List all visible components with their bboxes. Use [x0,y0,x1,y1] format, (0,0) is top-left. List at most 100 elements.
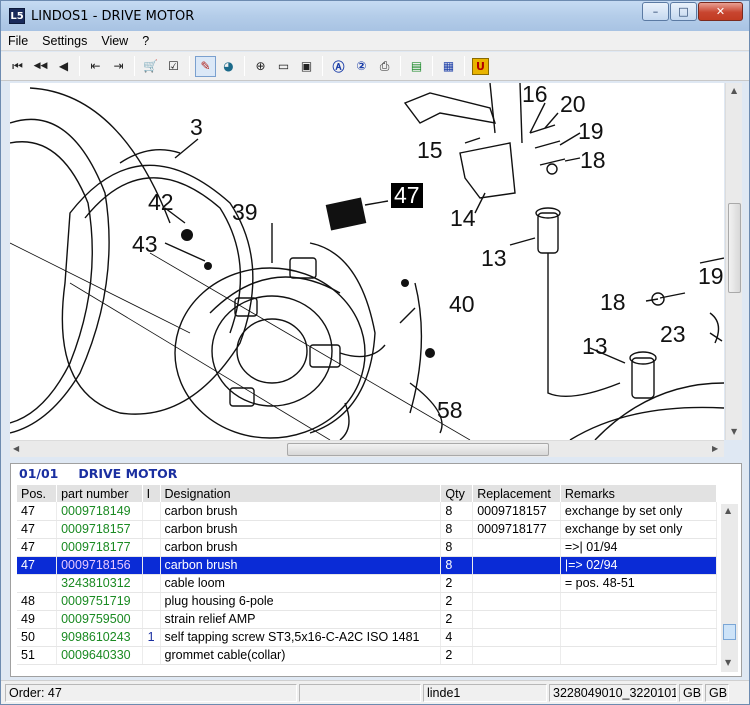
callout-label-highlighted[interactable]: 47 [391,183,423,208]
table-row[interactable]: 47 0009718149 carbon brush 8 0009718157 excha… [17,502,718,521]
previous-fast-icon[interactable]: ◀◀ [30,56,51,77]
table-row[interactable]: 49 0009759500 strain relief AMP 2 [17,610,718,629]
app-logo-icon: L5 [9,8,25,24]
column-header-replacement[interactable]: Replacement [472,485,561,502]
drive-motor-drawing [10,83,724,440]
scroll-thumb[interactable] [723,624,736,640]
close-button[interactable]: ✕ [698,2,743,21]
callout-label[interactable]: 20 [560,93,586,116]
scroll-down-icon[interactable]: ▼ [731,427,737,436]
cell-info: 1 [142,628,161,647]
zoom-icon[interactable]: ⊕ [250,56,271,77]
page-icon[interactable]: ▭ [273,56,294,77]
back-page-icon[interactable]: ⇤ [85,56,106,77]
cell-part: 0009718157 [56,520,143,539]
cell-replacement [472,538,561,557]
cell-part: 0009751719 [56,592,143,611]
column-header-info[interactable]: I [142,485,161,502]
u-button[interactable]: U [470,56,491,77]
column-header-qty[interactable]: Qty [440,485,474,502]
column-header-remarks[interactable]: Remarks [560,485,718,502]
callout-label[interactable]: 13 [481,247,507,270]
cell-info [142,610,161,629]
status-empty-field [299,683,421,702]
scroll-left-icon[interactable]: ◀ [13,444,19,453]
scroll-up-icon[interactable]: ▲ [731,86,737,95]
callout-label[interactable]: 18 [600,291,626,314]
column-header-pos[interactable]: Pos. [17,485,58,502]
table-header-row: Pos. part number I Designation Qty Repla… [17,485,718,502]
table-row[interactable]: 47 0009718156 carbon brush 8 |=> 02/94 [17,556,718,575]
title-bar[interactable]: L5 LINDOS1 - DRIVE MOTOR – □ ✕ [1,1,749,31]
maximize-button[interactable]: □ [670,2,697,21]
callout-label[interactable]: 14 [450,207,476,230]
section-title: DRIVE MOTOR [78,465,178,481]
column-header-part-number[interactable]: part number [56,485,143,502]
parts-tag-icon[interactable]: ✎ [195,55,216,77]
cell-info [142,538,161,557]
callout-label[interactable]: 19 [698,265,724,288]
toolbar-separator [134,56,135,76]
grid-icon[interactable]: ▦ [438,56,459,77]
menu-view[interactable]: View [94,34,135,48]
exploded-view-drawing[interactable]: 3 42 43 39 47 15 16 20 19 18 14 13 40 58… [10,83,724,440]
column-header-designation[interactable]: Designation [160,485,442,502]
callout-label[interactable]: 40 [449,293,475,316]
menu-settings[interactable]: Settings [35,34,94,48]
toolbar-separator [432,56,433,76]
callout-label[interactable]: 15 [417,139,443,162]
scroll-thumb[interactable] [728,203,741,293]
table-row[interactable]: 51 0009640330 grommet cable(collar) 2 [17,646,718,665]
drawing-vertical-scrollbar[interactable]: ▲ ▼ [725,83,742,440]
callout-label[interactable]: 19 [578,120,604,143]
cell-pos: 47 [17,538,58,557]
drawing-horizontal-scrollbar[interactable]: ◀ ▶ [10,440,724,457]
toolbar-separator [244,56,245,76]
table-row[interactable]: 50 9098610243 1 self tapping screw ST3,5x16… [17,628,718,647]
callout-label[interactable]: 43 [132,233,158,256]
menu-help[interactable]: ? [135,34,156,48]
first-icon[interactable]: ⏮ [7,56,28,77]
cart-icon[interactable]: 🛒 [140,56,161,77]
callout-label[interactable]: 18 [580,149,606,172]
callout-label[interactable]: 23 [660,323,686,346]
cell-qty: 8 [440,556,474,575]
table-row[interactable]: 47 0009718157 carbon brush 8 0009718177 excha… [17,520,718,539]
print-icon[interactable]: ⎙ [374,56,395,77]
cell-info [142,556,161,575]
minimize-button[interactable]: – [642,2,669,21]
globe-icon[interactable]: ◕ [218,56,239,77]
table-row[interactable]: 48 0009751719 plug housing 6-pole 2 [17,592,718,611]
cell-remarks [560,610,718,629]
parts-list-header: 01/01 DRIVE MOTOR [11,464,741,482]
callout-label[interactable]: 39 [232,201,258,224]
cell-replacement [472,574,561,593]
toolbar-separator [400,56,401,76]
scroll-up-icon[interactable]: ▲ [725,506,731,515]
previous-icon[interactable]: ◀ [53,56,74,77]
parts-scrollbar[interactable]: ▲ ▼ [721,504,738,672]
info-2-icon[interactable]: ② [351,56,372,77]
cell-designation: strain relief AMP [160,610,442,629]
order-list-icon[interactable]: ☑ [163,56,184,77]
scroll-thumb[interactable] [287,443,549,456]
forward-page-icon[interactable]: ⇥ [108,56,129,77]
callout-label[interactable]: 58 [437,399,463,422]
info-a-icon[interactable]: Ⓐ [328,56,349,77]
cell-part: 0009759500 [56,610,143,629]
book-icon[interactable]: ▤ [406,56,427,77]
callout-label[interactable]: 13 [582,335,608,358]
table-row[interactable]: 47 0009718177 carbon brush 8 =>| 01/94 [17,538,718,557]
callout-label[interactable]: 3 [190,116,203,139]
page-fit-icon[interactable]: ▣ [296,56,317,77]
scroll-down-icon[interactable]: ▼ [725,658,731,667]
menu-file[interactable]: File [1,34,35,48]
callout-label[interactable]: 16 [522,83,548,106]
callout-label[interactable]: 42 [148,191,174,214]
scroll-right-icon[interactable]: ▶ [712,444,718,453]
cell-remarks: = pos. 48-51 [560,574,718,593]
table-row[interactable]: 3243810312 cable loom 2 = pos. 48-51 [17,574,718,593]
cell-replacement: 0009718157 [472,502,561,521]
status-code: 3228049010_3220101 [549,683,677,702]
cell-qty: 2 [440,574,474,593]
